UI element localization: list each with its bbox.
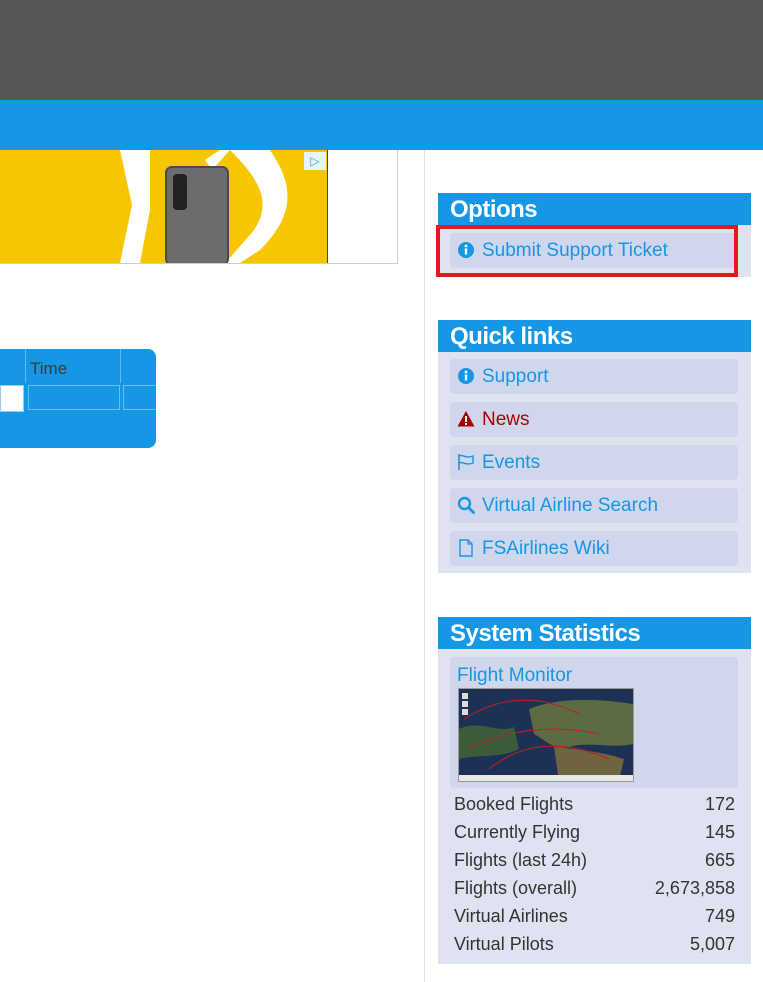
quick-link-label: FSAirlines Wiki — [482, 538, 610, 559]
flight-monitor-link[interactable]: Flight Monitor — [457, 665, 572, 687]
warning-icon — [457, 411, 475, 427]
stat-value: 665 — [704, 850, 735, 870]
quick-link-label: Events — [482, 452, 541, 473]
table-cell — [123, 385, 156, 410]
search-icon — [457, 496, 475, 514]
highlight-box — [436, 225, 738, 277]
table-cell — [0, 385, 24, 412]
flight-monitor-box[interactable]: Flight Monitor — [450, 657, 738, 788]
quick-link-news[interactable]: News — [450, 402, 738, 437]
ad-image[interactable] — [0, 150, 328, 263]
stat-value: 749 — [704, 906, 735, 926]
column-divider — [424, 150, 425, 982]
data-table: Time — [0, 349, 156, 448]
table-cell — [28, 385, 120, 410]
nav-bar — [0, 100, 763, 150]
table-header: Time — [0, 349, 156, 383]
system-statistics-title: System Statistics — [438, 617, 751, 649]
quick-links-title: Quick links — [438, 320, 751, 352]
stat-label: Booked Flights — [454, 794, 574, 814]
quick-link-label: Virtual Airline Search — [482, 495, 659, 516]
top-header-bar — [0, 0, 763, 100]
quick-link-support[interactable]: Support — [450, 359, 738, 394]
flight-monitor-map[interactable] — [458, 688, 634, 782]
quick-link-events[interactable]: Events — [450, 445, 738, 480]
stat-value: 145 — [704, 822, 735, 842]
adchoices-icon[interactable]: ▷ — [304, 152, 326, 170]
advertisement[interactable]: ▷ — [0, 150, 398, 264]
ad-graphic — [120, 150, 288, 263]
quick-link-virtual-airline-search[interactable]: Virtual Airline Search — [450, 488, 738, 523]
table-row — [0, 384, 156, 412]
stat-row: Flights (last 24h) 665 — [454, 846, 735, 874]
stat-row: Booked Flights 172 — [454, 790, 735, 818]
camera-module — [173, 174, 187, 210]
phone-image — [165, 166, 229, 263]
quick-links-panel: Quick links Support News Events Virtual … — [438, 320, 751, 573]
time-column-header: Time — [30, 359, 68, 378]
flag-icon — [458, 454, 474, 470]
flight-map-graphic — [459, 689, 633, 781]
stat-row: Currently Flying 145 — [454, 818, 735, 846]
stats-list: Booked Flights 172 Currently Flying 145 Fl… — [438, 790, 751, 958]
stat-row: Virtual Pilots 5,007 — [454, 930, 735, 958]
quick-link-label: News — [482, 409, 530, 430]
document-icon — [459, 539, 473, 557]
stat-row: Virtual Airlines 749 — [454, 902, 735, 930]
stat-label: Virtual Airlines — [454, 906, 568, 926]
quick-link-fsairlines-wiki[interactable]: FSAirlines Wiki — [450, 531, 738, 566]
stat-label: Virtual Pilots — [454, 934, 554, 954]
quick-link-label: Support — [482, 366, 549, 387]
options-title: Options — [438, 193, 751, 225]
stat-label: Currently Flying — [454, 822, 581, 842]
stat-value: 172 — [704, 794, 735, 814]
info-icon — [458, 368, 474, 384]
stat-label: Flights (overall) — [454, 878, 578, 898]
stat-value: 2,673,858 — [654, 878, 735, 898]
column-divider — [120, 349, 121, 383]
stat-label: Flights (last 24h) — [454, 850, 588, 870]
stat-row: Flights (overall) 2,673,858 — [454, 874, 735, 902]
table-header-cell — [0, 349, 26, 383]
system-statistics-panel: System Statistics Flight Monitor Booked … — [438, 617, 751, 964]
stat-value: 5,007 — [689, 934, 735, 954]
